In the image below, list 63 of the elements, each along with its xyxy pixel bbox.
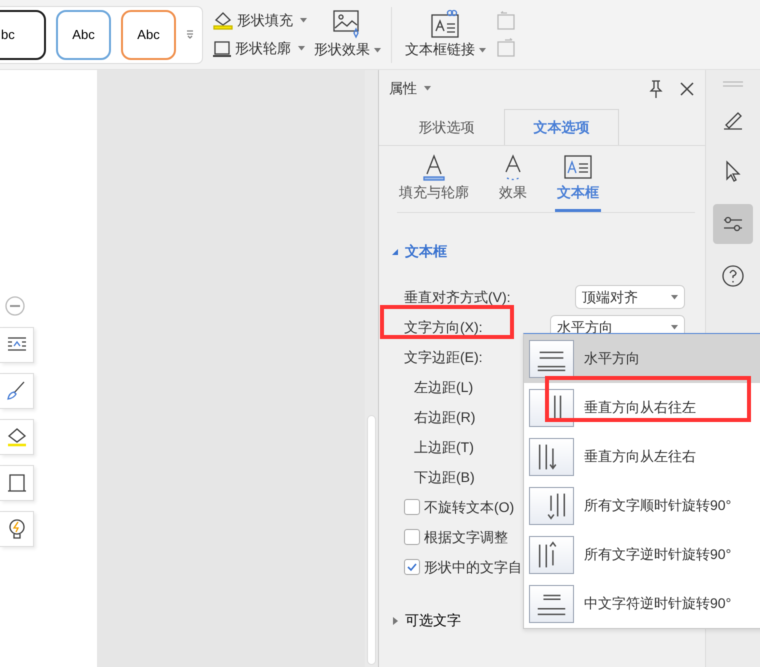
text-direction-icon xyxy=(529,536,574,574)
menu-item[interactable]: 水平方向 xyxy=(524,334,760,383)
help-icon xyxy=(720,263,746,289)
expanded-triangle-icon xyxy=(391,248,399,256)
text-direction-icon xyxy=(529,340,574,378)
field-label: 右边距(R) xyxy=(414,408,476,427)
caret-icon xyxy=(298,46,304,52)
section-label: 文字边距(E): xyxy=(404,348,483,367)
checkbox-label: 根据文字调整 xyxy=(424,528,508,546)
panel-subtab[interactable]: 填充与轮廓 xyxy=(397,152,471,212)
paint-bucket-button[interactable] xyxy=(0,419,34,456)
field-label: 上边距(T) xyxy=(414,438,474,457)
caret-icon xyxy=(671,294,678,300)
pin-icon xyxy=(647,78,665,98)
brush-button[interactable] xyxy=(0,373,34,410)
checkbox[interactable] xyxy=(404,559,420,575)
panel-subtab[interactable]: 效果 xyxy=(497,152,529,212)
close-icon xyxy=(679,80,695,96)
caret-icon xyxy=(671,324,678,330)
drag-handle-icon xyxy=(722,80,744,88)
more-icon[interactable] xyxy=(186,28,196,42)
text-flow-forward-icon xyxy=(494,38,516,58)
textbox-link-button[interactable]: 文本框链接 xyxy=(403,7,488,62)
textbox-link-icon xyxy=(429,9,462,39)
field-label: 下边距(B) xyxy=(414,468,475,487)
shape-effect-button[interactable]: 形状效果 xyxy=(312,7,382,62)
close-button[interactable] xyxy=(679,80,695,96)
paint-bucket-icon xyxy=(212,10,234,30)
checkbox-label: 不旋转文本(O) xyxy=(424,498,514,517)
square-outline-icon xyxy=(212,38,232,59)
collapsed-triangle-icon xyxy=(391,616,399,626)
checkbox[interactable] xyxy=(404,499,420,515)
field-label: 左边距(L) xyxy=(414,378,474,397)
layout-button[interactable] xyxy=(0,327,34,364)
field-label: 垂直对齐方式(V): xyxy=(404,288,511,307)
panel-tab[interactable]: 形状选项 xyxy=(389,109,504,145)
caret-icon xyxy=(424,86,430,91)
checkbox[interactable] xyxy=(404,529,420,545)
text-direction-icon xyxy=(529,438,574,476)
style-preset-button[interactable]: Abc xyxy=(121,10,176,60)
text-flow-back-icon xyxy=(494,11,516,31)
shape-fill-button[interactable]: 形状填充 xyxy=(210,8,308,33)
properties-button[interactable] xyxy=(713,204,753,244)
style-preset-button[interactable]: bc xyxy=(0,10,46,60)
section-toggle[interactable]: 文本框 xyxy=(391,241,705,262)
text-direction-icon xyxy=(529,584,574,622)
caret-icon xyxy=(478,48,486,53)
panel-title-menu[interactable]: 属性 xyxy=(389,78,430,99)
text-direction-icon xyxy=(529,486,574,524)
frame-button[interactable] xyxy=(0,465,34,502)
field-label: 文字方向(X): xyxy=(404,318,483,337)
caret-icon xyxy=(300,18,306,23)
menu-item[interactable]: 中文字符逆时针旋转90° xyxy=(524,579,760,628)
shape-outline-button[interactable]: 形状轮廓 xyxy=(210,36,308,62)
lightbulb-button[interactable] xyxy=(0,511,34,548)
caret-icon xyxy=(374,48,380,53)
checkbox-label: 形状中的文字自 xyxy=(424,558,522,576)
collapse-icon xyxy=(4,295,26,318)
check-icon xyxy=(406,561,418,573)
pin-button[interactable] xyxy=(647,78,665,98)
dropdown-select[interactable]: 顶端对齐 xyxy=(575,285,685,309)
style-preset-button[interactable]: Abc xyxy=(56,10,111,60)
scrollbar-thumb[interactable] xyxy=(367,415,376,665)
